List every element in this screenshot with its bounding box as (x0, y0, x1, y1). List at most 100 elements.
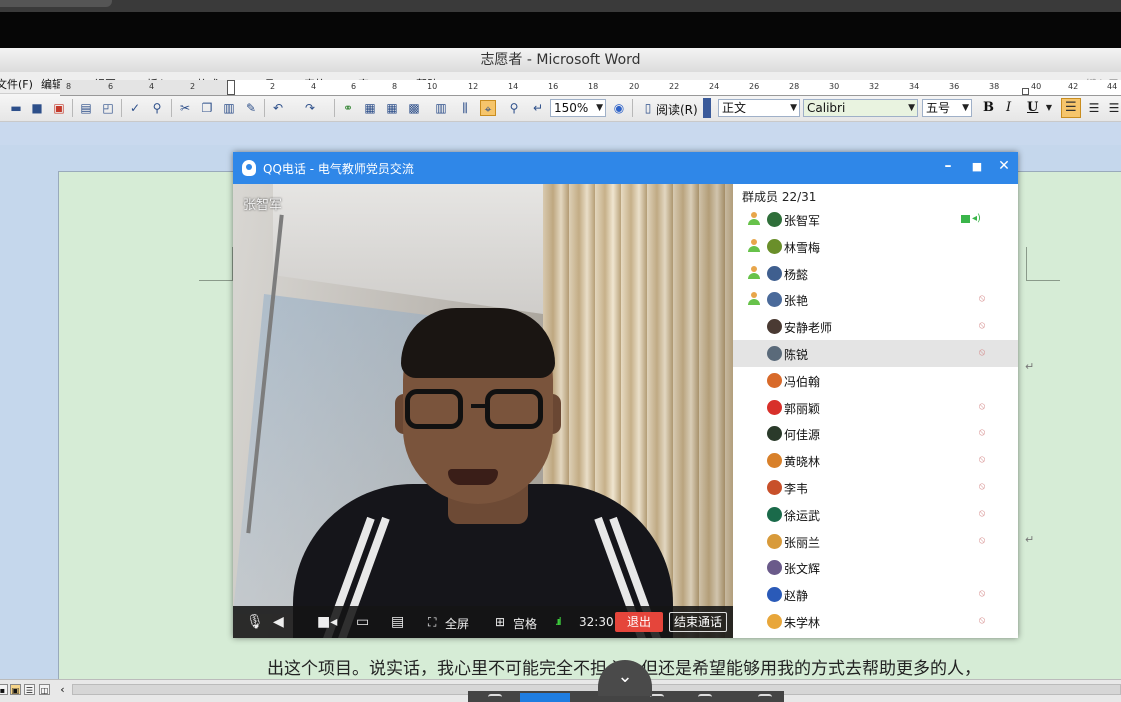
paste-icon[interactable]: ▥ (221, 100, 237, 116)
maximize-icon[interactable]: ■ (968, 160, 986, 173)
member-row[interactable]: 何佳源 ⦸ (733, 420, 1018, 447)
member-row[interactable]: 徐运武 ⦸ (733, 501, 1018, 528)
tables-borders-icon[interactable]: ▦ (362, 100, 378, 116)
avatar[interactable] (767, 426, 782, 442)
taskbar-icon[interactable] (650, 694, 664, 702)
help-icon[interactable]: ◉ (611, 100, 627, 116)
avatar[interactable] (767, 346, 782, 361)
member-row[interactable]: 黄晓林 ⦸ (733, 447, 1018, 474)
avatar[interactable] (767, 560, 782, 576)
copy-icon[interactable]: ❐ (199, 100, 215, 116)
hyperlink-icon[interactable]: ⚭ (340, 100, 356, 116)
active-taskbar-item[interactable] (520, 693, 570, 702)
avatar[interactable] (767, 265, 782, 281)
research-icon[interactable]: ⚲ (149, 100, 165, 116)
show-hide-icon[interactable]: ⚲ (506, 100, 522, 116)
undo-icon[interactable]: ↶ (270, 100, 286, 116)
align-center-icon[interactable]: ☰ (1086, 100, 1102, 116)
insert-table-icon[interactable]: ▦ (384, 100, 400, 116)
fullscreen-icon[interactable]: ⛶ (428, 614, 436, 630)
avatar[interactable] (767, 212, 782, 227)
avatar[interactable] (767, 399, 782, 415)
underline-button[interactable]: U (1027, 100, 1038, 115)
print-preview-icon[interactable]: ◰ (100, 100, 116, 116)
toolbar-overflow[interactable] (703, 98, 711, 118)
presentation-icon[interactable]: ▤ (391, 614, 404, 630)
print-view-icon[interactable]: ☰ (24, 684, 35, 695)
paragraph-mark-icon[interactable]: ↵ (530, 100, 546, 116)
member-row[interactable]: 陈锐 ⦸ (733, 340, 1018, 367)
grid-icon[interactable]: ⊞ (495, 614, 505, 630)
member-row[interactable]: 张艳 ⦸ (733, 286, 1018, 313)
horizontal-ruler[interactable]: 8 6 4 2 2 4 6 8 10 12 14 16 18 20 22 24 … (60, 80, 1121, 96)
microphone-icon[interactable]: 🎙︎ (246, 614, 264, 630)
cut-icon[interactable]: ✂ (177, 100, 193, 116)
qq-title-bar[interactable]: QQ电话 - 电气教师党员交流 – ■ ✕ (233, 152, 1018, 184)
member-row[interactable]: 林雪梅 (733, 233, 1018, 260)
close-icon[interactable]: ✕ (995, 158, 1013, 174)
drawing-icon[interactable]: ⫼ (457, 100, 473, 116)
scroll-left-icon[interactable]: ‹ (57, 684, 68, 695)
menu-file[interactable]: 文件(F) (0, 76, 33, 92)
camera-icon[interactable]: ■◂ (317, 614, 337, 630)
browser-tab[interactable] (0, 0, 112, 7)
italic-button[interactable]: I (1006, 100, 1011, 115)
member-row[interactable]: 安静老师 ⦸ (733, 313, 1018, 340)
taskbar-icon[interactable] (698, 694, 712, 702)
avatar[interactable] (767, 533, 782, 549)
style-select[interactable]: 正文 ▼ (718, 99, 800, 117)
avatar[interactable] (767, 372, 782, 388)
format-painter-icon[interactable]: ✎ (243, 100, 259, 116)
member-row[interactable]: 冯伯翰 (733, 367, 1018, 394)
columns-icon[interactable]: ▥ (433, 100, 449, 116)
document-map-icon[interactable]: ⌖ (480, 100, 496, 116)
end-call-button[interactable]: 结束通话 (669, 612, 727, 632)
permission-icon[interactable]: ▣ (51, 100, 67, 116)
screen-share-icon[interactable]: ▭ (356, 614, 369, 630)
avatar[interactable] (767, 238, 782, 254)
right-indent-marker[interactable] (1022, 88, 1029, 95)
print-icon[interactable]: ▤ (78, 100, 94, 116)
avatar[interactable] (767, 587, 782, 603)
align-justify-button[interactable]: ☰ (1061, 98, 1081, 118)
avatar[interactable] (767, 506, 782, 522)
read-icon[interactable]: ▯ (640, 100, 656, 116)
member-row[interactable]: 张智军 ◂) (733, 206, 1018, 233)
spelling-icon[interactable]: ✓ (127, 100, 143, 116)
member-row[interactable]: 张文辉 (733, 554, 1018, 581)
member-row[interactable]: 朱学林 ⦸ (733, 608, 1018, 635)
normal-view-icon[interactable]: ▪ (0, 684, 8, 695)
font-size-select[interactable]: 五号 ▼ (922, 99, 972, 117)
taskbar-icon[interactable] (758, 694, 772, 702)
fullscreen-button[interactable]: 全屏 (445, 615, 469, 632)
minimize-icon[interactable]: – (939, 158, 957, 174)
save-icon[interactable]: ■ (29, 100, 45, 116)
member-row[interactable]: 杨懿 (733, 260, 1018, 287)
avatar[interactable] (767, 453, 782, 469)
avatar[interactable] (767, 614, 782, 629)
read-button[interactable]: 阅读(R) (656, 101, 698, 118)
font-select[interactable]: Calibri ▼ (803, 99, 918, 117)
member-row[interactable]: 郭丽颖 ⦸ (733, 394, 1018, 421)
avatar[interactable] (767, 292, 782, 308)
bold-button[interactable]: B (983, 100, 994, 115)
redo-icon[interactable]: ↷ (302, 100, 318, 116)
video-feed[interactable]: 张智军 (233, 184, 733, 638)
member-row[interactable]: 赵静 ⦸ (733, 581, 1018, 608)
grid-view-button[interactable]: 宫格 (513, 615, 537, 632)
underline-dropdown-icon[interactable]: ▼ (1041, 100, 1057, 116)
open-icon[interactable]: ▬ (8, 100, 24, 116)
zoom-select[interactable]: 150% ▼ (550, 99, 606, 117)
outline-view-icon[interactable]: ◫ (39, 684, 50, 695)
insert-excel-icon[interactable]: ▩ (406, 100, 422, 116)
exit-button[interactable]: 退出 (615, 612, 663, 632)
member-row[interactable]: 李韦 ⦸ (733, 474, 1018, 501)
speaker-icon[interactable]: ◀ (273, 614, 284, 630)
web-view-icon[interactable]: ▣ (10, 684, 21, 695)
indent-marker[interactable] (227, 80, 235, 95)
member-row[interactable]: 张丽兰 ⦸ (733, 528, 1018, 555)
avatar[interactable] (767, 480, 782, 495)
avatar[interactable] (767, 319, 782, 335)
align-right-icon[interactable]: ☰ (1106, 100, 1121, 116)
taskbar-icon[interactable] (488, 694, 502, 702)
